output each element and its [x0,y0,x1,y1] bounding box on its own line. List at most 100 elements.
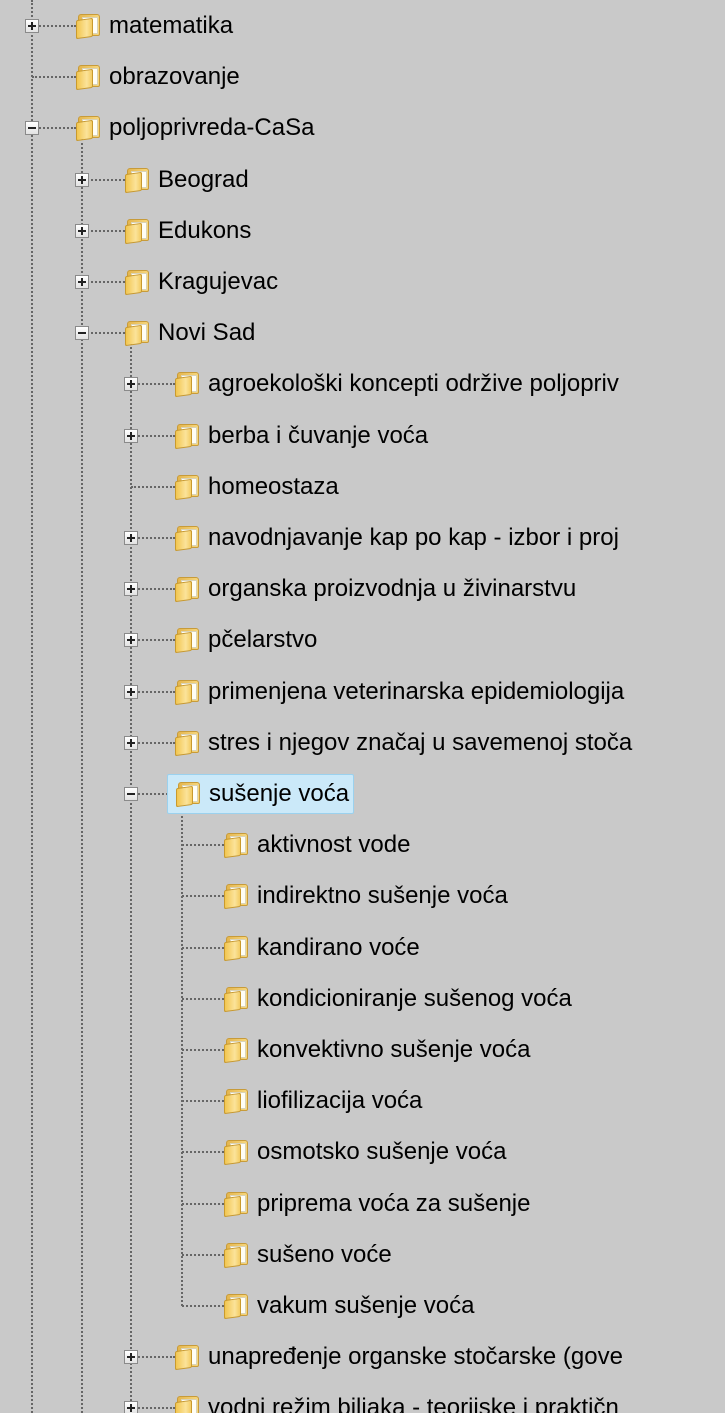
expand-plus-icon[interactable] [124,1401,138,1413]
toggle-plus-bar [130,688,132,696]
tree-node-label: primenjena veterinarska epidemiologija [208,678,625,705]
folder-icon-front [175,734,192,757]
expand-plus-icon[interactable] [124,685,138,699]
folder-icon [173,577,201,603]
folder-icon-front [125,171,142,194]
tree-node-label: poljoprivreda-CaSa [109,114,315,141]
expand-plus-icon[interactable] [124,633,138,647]
tree-node[interactable]: matematika [68,6,233,46]
tree-node[interactable]: osmotsko sušenje voća [216,1132,506,1172]
expand-plus-icon[interactable] [124,531,138,545]
folder-icon-front [175,375,192,398]
toggle-plus-bar [130,380,132,388]
folder-icon-front [224,887,241,910]
folder-icon [123,321,151,347]
tree-node-label: liofilizacija voća [257,1087,423,1114]
folder-icon-front [125,273,142,296]
folder-icon-front [224,1195,241,1218]
tree-node-selected[interactable]: sušenje voća [167,774,355,814]
tree-node-label: obrazovanje [109,63,240,90]
expand-plus-icon[interactable] [75,224,89,238]
folder-icon [173,731,201,757]
expand-plus-icon[interactable] [124,1350,138,1364]
folder-tree: matematika obrazovanje poljoprivreda-CaSa B… [0,0,725,1413]
folder-icon-front [224,1246,241,1269]
tree-vertical-line [130,343,132,1413]
tree-node[interactable]: kandirano voće [216,928,420,968]
tree-node-label: berba i čuvanje voća [208,422,429,449]
tree-vertical-line [181,804,183,1306]
tree-node-label: Beograd [158,166,249,193]
toggle-plus-bar [81,278,83,286]
tree-node-label: vakum sušenje voća [257,1292,475,1319]
tree-node[interactable]: unapređenje organske stočarske (gove [167,1337,623,1377]
folder-icon [173,680,201,706]
folder-icon [123,270,151,296]
expand-plus-icon[interactable] [124,582,138,596]
expand-plus-icon[interactable] [25,19,39,33]
folder-icon [222,936,250,962]
expand-plus-icon[interactable] [124,377,138,391]
folder-icon-front [76,68,93,91]
folder-icon [222,1089,250,1115]
folder-icon-front [224,1143,241,1166]
toggle-plus-bar [130,636,132,644]
tree-node[interactable]: stres i njegov značaj u savemenoj stoča [167,723,632,763]
toggle-plus-bar [130,1353,132,1361]
tree-node[interactable]: indirektno sušenje voća [216,876,508,916]
folder-icon [173,1396,201,1413]
tree-node[interactable]: vodni režim biljaka - teorijske i prakti… [167,1388,619,1413]
tree-node-label: osmotsko sušenje voća [257,1138,507,1165]
toggle-plus-bar [130,534,132,542]
tree-node[interactable]: pčelarstvo [167,620,317,660]
tree-node[interactable]: aktivnost vode [216,825,410,865]
collapse-minus-icon[interactable] [124,787,138,801]
tree-node[interactable]: liofilizacija voća [216,1081,422,1121]
toggle-plus-bar [130,585,132,593]
tree-node[interactable]: agroekološki koncepti održive poljopriv [167,364,619,404]
folder-icon-front [175,683,192,706]
tree-node-label: kondicioniranje sušenog voća [257,985,572,1012]
tree-node-label: kandirano voće [257,934,420,961]
folder-icon [173,628,201,654]
tree-node-label: Edukons [158,217,252,244]
folder-icon-front [176,785,193,808]
tree-node[interactable]: primenjena veterinarska epidemiologija [167,672,624,712]
tree-node[interactable]: vakum sušenje voća [216,1286,474,1326]
collapse-minus-icon[interactable] [25,121,39,135]
tree-node[interactable]: Edukons [117,211,251,251]
tree-node[interactable]: Kragujevac [117,262,278,302]
tree-node[interactable]: Novi Sad [117,313,255,353]
expand-plus-icon[interactable] [124,736,138,750]
folder-icon [222,1243,250,1269]
folder-icon-front [175,427,192,450]
collapse-minus-icon[interactable] [75,326,89,340]
tree-node[interactable]: organska proizvodnja u živinarstvu [167,569,576,609]
tree-node[interactable]: Beograd [117,160,249,200]
expand-plus-icon[interactable] [124,429,138,443]
tree-node[interactable]: sušeno voće [216,1235,392,1275]
folder-icon-front [224,1092,241,1115]
tree-node[interactable]: homeostaza [167,467,339,507]
tree-node[interactable]: priprema voća za sušenje [216,1184,530,1224]
toggle-minus-bar [28,127,36,129]
tree-node[interactable]: poljoprivreda-CaSa [68,108,314,148]
tree-node[interactable]: obrazovanje [68,57,240,97]
tree-node[interactable]: kondicioniranje sušenog voća [216,979,572,1019]
tree-node-label: Novi Sad [158,319,256,346]
expand-plus-icon[interactable] [75,275,89,289]
toggle-plus-bar [31,22,33,30]
expand-plus-icon[interactable] [75,173,89,187]
tree-node-label: agroekološki koncepti održive poljopriv [208,370,619,397]
tree-node[interactable]: navodnjavanje kap po kap - izbor i proj [167,518,619,558]
tree-node-label: stres i njegov značaj u savemenoj stoča [208,729,633,756]
folder-icon-front [76,17,93,40]
tree-node-label: matematika [109,12,234,39]
tree-node[interactable]: berba i čuvanje voća [167,416,428,456]
folder-icon-front [224,990,241,1013]
folder-icon [123,168,151,194]
toggle-plus-bar [81,176,83,184]
tree-node[interactable]: konvektivno sušenje voća [216,1030,531,1070]
folder-icon [74,14,102,40]
toggle-plus-bar [130,1404,132,1412]
